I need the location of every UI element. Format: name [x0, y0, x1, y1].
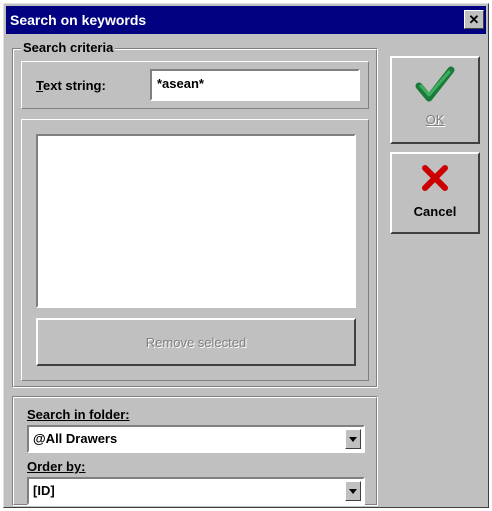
order-by-dropdown[interactable]: [345, 481, 361, 501]
ok-label: OK: [425, 112, 445, 127]
red-x-icon: [422, 165, 448, 191]
search-criteria-legend: Search criteria: [21, 40, 116, 55]
keywords-listbox[interactable]: [36, 134, 356, 308]
search-in-folder-value: @All Drawers: [33, 431, 118, 446]
remove-selected-button[interactable]: Remove selected: [36, 318, 356, 366]
window-title: Search on keywords: [10, 12, 147, 28]
order-by-label: Order by:: [27, 459, 86, 474]
folder-group: Search in folder: @All Drawers Order by:…: [12, 396, 378, 506]
title-bar[interactable]: Search on keywords ✕: [6, 6, 486, 34]
ok-button[interactable]: OK: [390, 56, 480, 144]
text-string-label: Text string:: [36, 78, 106, 93]
dialog-window: Search on keywords ✕ Search criteria Tex…: [3, 3, 489, 508]
chevron-down-icon: [349, 436, 357, 442]
order-by-value: [ID]: [33, 483, 55, 498]
search-criteria-group: Search criteria Text string: *asean* Rem…: [12, 40, 378, 388]
close-button[interactable]: ✕: [464, 10, 484, 29]
keywords-panel: Remove selected: [21, 119, 369, 381]
search-in-folder-label: Search in folder:: [27, 407, 130, 422]
text-string-input[interactable]: *asean*: [150, 69, 360, 101]
cancel-button[interactable]: Cancel: [390, 152, 480, 234]
search-in-folder-select[interactable]: @All Drawers: [27, 425, 365, 453]
close-icon: ✕: [468, 12, 480, 27]
chevron-down-icon: [349, 488, 357, 494]
checkmark-icon: [415, 66, 455, 102]
text-string-panel: Text string: *asean*: [21, 61, 369, 109]
cancel-label: Cancel: [413, 204, 457, 219]
order-by-select[interactable]: [ID]: [27, 477, 365, 505]
remove-selected-label: Remove selected: [145, 334, 247, 350]
search-in-folder-dropdown[interactable]: [345, 429, 361, 449]
